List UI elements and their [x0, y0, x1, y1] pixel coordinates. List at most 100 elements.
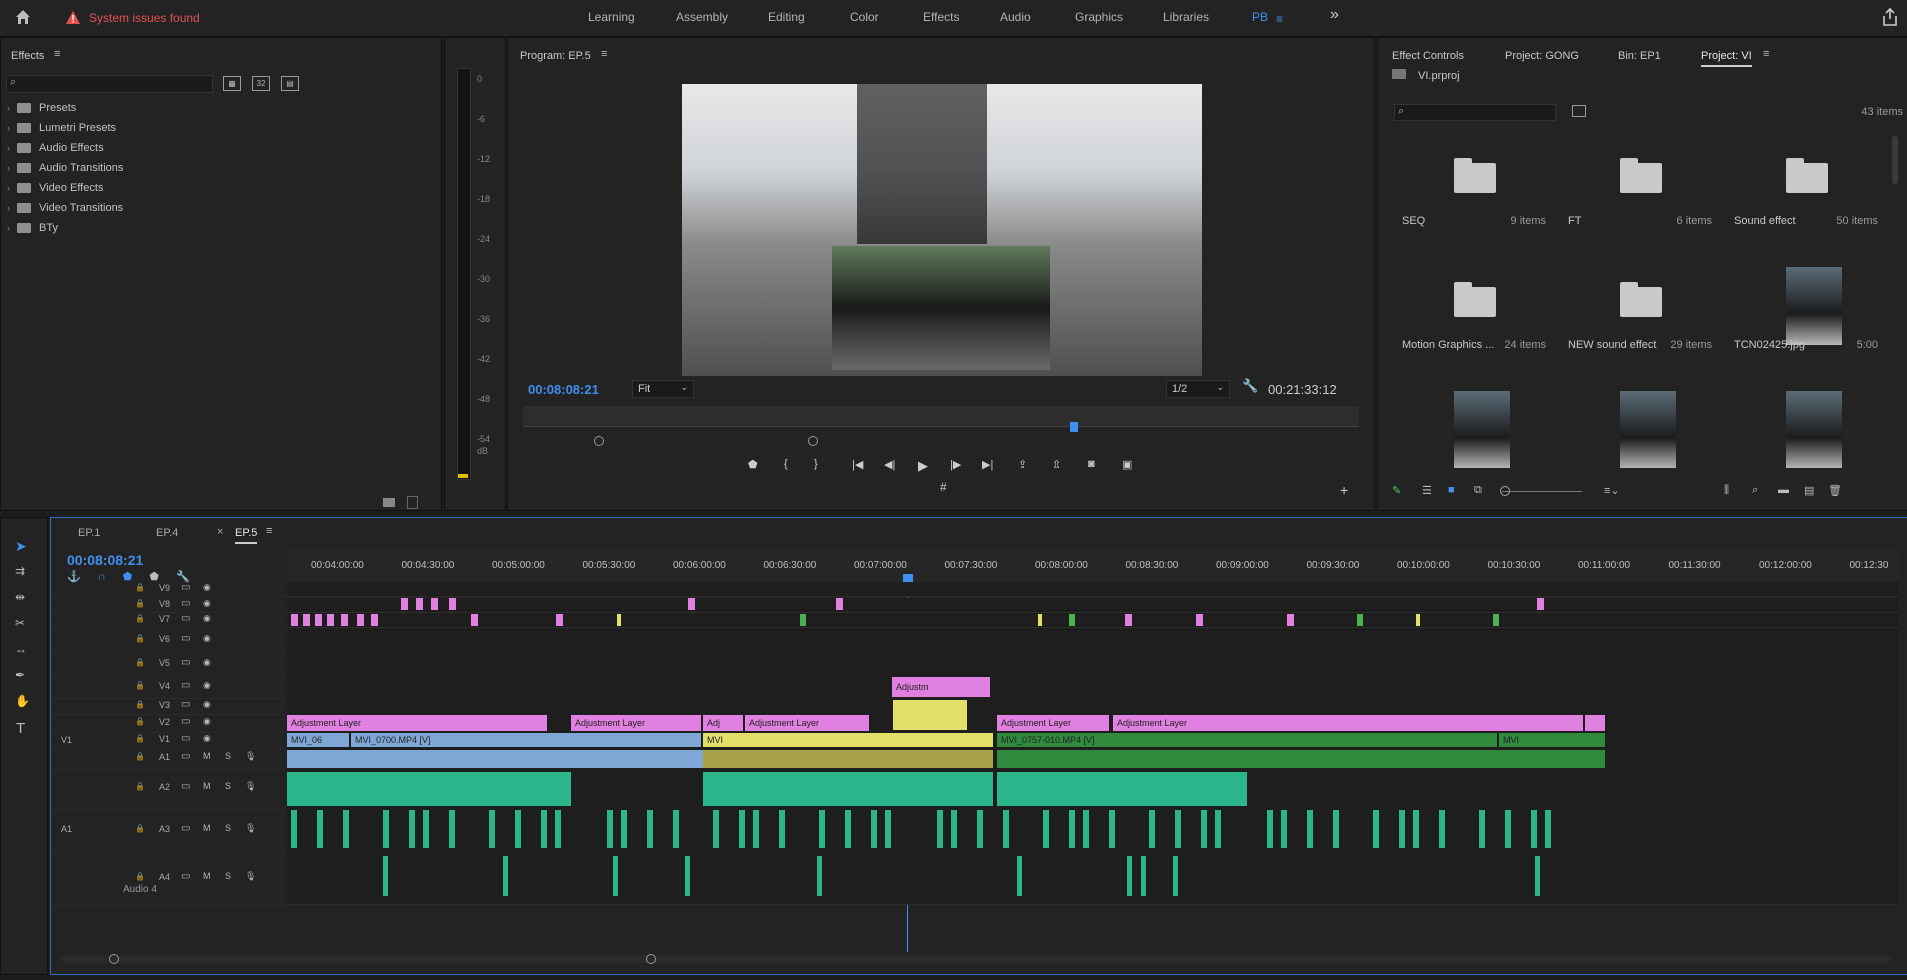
video-track[interactable] [287, 652, 1899, 677]
workspace-learning[interactable]: Learning [588, 10, 635, 24]
video-track[interactable] [287, 676, 1899, 699]
video-clip[interactable]: MVI [703, 733, 993, 747]
export-frame-icon[interactable]: ◙ [1088, 458, 1095, 470]
program-current-timecode[interactable]: 00:08:08:21 [528, 382, 599, 397]
lock-icon[interactable]: 🔒 [135, 583, 145, 592]
audio-clip[interactable] [383, 810, 389, 848]
tab-effect-controls[interactable]: Effect Controls [1392, 50, 1464, 62]
marker-clip[interactable] [357, 614, 364, 626]
camera-icon[interactable]: ▭ [181, 657, 190, 668]
lock-icon[interactable]: 🔒 [135, 752, 145, 761]
adjustment-clip[interactable] [1585, 715, 1605, 731]
project-item-thumb[interactable] [1724, 381, 1888, 468]
marker-clip[interactable] [1069, 614, 1075, 626]
project-item-thumb[interactable] [1558, 381, 1722, 468]
audio-clip[interactable] [1535, 856, 1540, 896]
camera-icon[interactable]: ▭ [181, 582, 190, 593]
lock-icon[interactable]: 🔒 [135, 872, 145, 881]
program-monitor-title[interactable]: Program: EP.5 [520, 50, 591, 62]
track-label[interactable]: V3 [159, 700, 170, 710]
audio-clip[interactable] [503, 856, 508, 896]
audio-clip[interactable] [613, 856, 618, 896]
eye-icon[interactable]: ◉ [203, 657, 211, 668]
track-label[interactable]: V9 [159, 583, 170, 593]
audio-clip[interactable] [819, 810, 825, 848]
tab-project-vi[interactable]: Project: VI [1701, 50, 1752, 67]
step-forward-icon[interactable]: |▶ [950, 458, 961, 471]
lock-icon[interactable]: 🔒 [135, 658, 145, 667]
audio-clip[interactable] [1545, 810, 1551, 848]
panel-menu-icon[interactable]: ≡ [266, 525, 272, 537]
track-label[interactable]: V5 [159, 658, 170, 668]
marker-clip[interactable] [688, 598, 695, 610]
track-label[interactable]: A1 [159, 752, 170, 762]
audio-clip[interactable] [1531, 810, 1537, 848]
trash-icon[interactable]: 🗑 [1828, 484, 1842, 497]
eye-icon[interactable]: ◉ [203, 716, 211, 727]
new-item-icon[interactable]: ▤ [1804, 484, 1814, 497]
adjustment-clip[interactable]: Adjustm [892, 677, 990, 697]
camera-icon[interactable]: ▭ [181, 699, 190, 710]
video-clip[interactable]: MVI_0700.MP4 [V] [351, 733, 701, 747]
marker-clip[interactable] [341, 614, 348, 626]
timeline-current-timecode[interactable]: 00:08:08:21 [67, 552, 143, 568]
scroll-handle-right[interactable] [646, 954, 656, 964]
tree-item-lumetri-presets[interactable]: › Lumetri Presets [7, 118, 437, 138]
video-track[interactable] [287, 698, 1899, 715]
audio-clip[interactable] [1439, 810, 1445, 848]
microphone-icon[interactable]: 🎙 [245, 823, 256, 834]
workspace-menu-icon[interactable]: ≡ [1276, 12, 1283, 26]
project-item-seq[interactable]: SEQ 9 items [1392, 133, 1556, 253]
audio-clip[interactable] [555, 810, 561, 848]
solo-button[interactable]: S [225, 871, 231, 881]
microphone-icon[interactable]: 🎙 [245, 871, 256, 882]
chevron-right-icon[interactable]: › [7, 218, 17, 238]
program-playhead[interactable] [1070, 422, 1078, 432]
panel-menu-icon[interactable]: ≡ [1763, 48, 1769, 60]
mixer-icon[interactable]: ▭ [181, 751, 190, 762]
adjustment-clip[interactable]: Adjustment Layer [571, 715, 701, 731]
audio-clip[interactable] [1017, 856, 1022, 896]
zoom-handle-left[interactable] [594, 436, 604, 446]
source-patch-v1[interactable]: V1 [61, 735, 72, 745]
marker-clip[interactable] [371, 614, 378, 626]
audio-clip[interactable] [409, 810, 415, 848]
mark-out-icon[interactable]: } [814, 458, 818, 470]
audio-clip[interactable] [287, 750, 703, 768]
workspace-libraries[interactable]: Libraries [1163, 10, 1209, 24]
audio-clip[interactable] [317, 810, 323, 848]
pen-tool-icon[interactable]: ✒ [15, 668, 25, 682]
marker-clip[interactable] [431, 598, 438, 610]
audio-clip[interactable] [673, 810, 679, 848]
tab-ep4[interactable]: EP.4 [156, 527, 178, 539]
button-editor-icon[interactable]: + [1340, 482, 1348, 498]
audio-clip[interactable] [739, 810, 745, 848]
workspace-color[interactable]: Color [850, 10, 879, 24]
audio-clip[interactable] [621, 810, 627, 848]
track-label[interactable]: A2 [159, 782, 170, 792]
mute-button[interactable]: M [203, 823, 211, 833]
list-view-icon[interactable]: ☰ [1422, 484, 1432, 497]
audio-clip[interactable] [291, 810, 297, 848]
lock-icon[interactable]: 🔒 [135, 782, 145, 791]
audio-clip[interactable] [1083, 810, 1089, 848]
camera-icon[interactable]: ▭ [181, 680, 190, 691]
audio-clip[interactable] [685, 856, 690, 896]
razor-tool-icon[interactable]: ✂ [15, 616, 25, 630]
audio-track[interactable] [287, 852, 1899, 905]
audio-clip[interactable] [1109, 810, 1115, 848]
zoom-slider-handle[interactable] [1500, 486, 1510, 496]
track-label[interactable]: V4 [159, 681, 170, 691]
effects-search-input[interactable]: ⌕ [6, 75, 213, 93]
audio-clip[interactable] [937, 810, 943, 848]
tree-item-video-effects[interactable]: › Video Effects [7, 178, 437, 198]
slip-tool-icon[interactable]: ↔ [15, 642, 27, 656]
eye-icon[interactable]: ◉ [203, 699, 211, 710]
project-item-ft[interactable]: FT 6 items [1558, 133, 1722, 253]
chevron-right-icon[interactable]: › [7, 158, 17, 178]
selection-tool-icon[interactable]: ➤ [15, 538, 27, 555]
hand-tool-icon[interactable]: ✋ [15, 694, 30, 708]
marker-clip[interactable] [401, 598, 408, 610]
marker-clip[interactable] [836, 598, 843, 610]
trash-icon[interactable] [407, 496, 418, 509]
